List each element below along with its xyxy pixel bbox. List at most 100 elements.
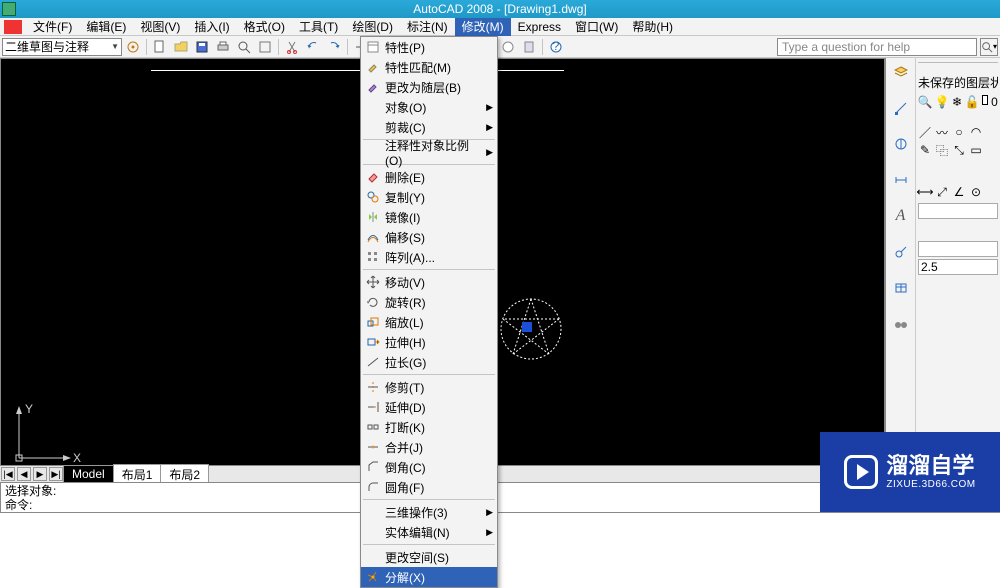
save-button[interactable] [192, 38, 212, 56]
tool-circle-icon[interactable]: ○ [952, 125, 966, 139]
text-style-field[interactable] [918, 241, 998, 257]
publish-button[interactable] [255, 38, 275, 56]
offset-icon [363, 229, 383, 245]
menu-item-实体编辑[interactable]: 实体编辑(N)▶ [361, 522, 497, 542]
menu-item-剪裁[interactable]: 剪裁(C)▶ [361, 117, 497, 137]
tool-line-icon[interactable]: ／ [918, 125, 932, 139]
menu-item-延伸[interactable]: 延伸(D) [361, 397, 497, 417]
menu-item-拉伸[interactable]: 拉伸(H) [361, 332, 497, 352]
menu-item-label: 旋转(R) [383, 294, 493, 311]
dim-aligned-icon[interactable]: ⤢ [935, 185, 949, 199]
menu-item-合并[interactable]: 合并(J) [361, 437, 497, 457]
layer-lock-icon[interactable]: 🔓 [965, 95, 979, 109]
menu-edit[interactable]: 编辑(E) [79, 17, 133, 36]
menu-item-缩放[interactable]: 缩放(L) [361, 312, 497, 332]
menu-view[interactable]: 视图(V) [133, 17, 187, 36]
layer-filter-icon[interactable]: 🔍 [918, 95, 932, 109]
menu-item-三维操作[interactable]: 三维操作(3)▶ [361, 502, 497, 522]
dashboard-tab-draw[interactable] [889, 98, 913, 118]
tool-copy-icon[interactable]: ⿻ [935, 143, 949, 157]
calc-button[interactable] [519, 38, 539, 56]
tab-nav-first[interactable]: |◀ [1, 467, 15, 481]
menu-item-特性匹配[interactable]: 特性匹配(M) [361, 57, 497, 77]
menu-item-旋转[interactable]: 旋转(R) [361, 292, 497, 312]
dim-angle-icon[interactable]: ∠ [952, 185, 966, 199]
menu-item-倒角[interactable]: 倒角(C) [361, 457, 497, 477]
layer-bulb-icon[interactable]: 💡 [935, 95, 949, 109]
dim-linear-icon[interactable]: ⟷ [918, 185, 932, 199]
tab-nav-prev[interactable]: ◀ [17, 467, 31, 481]
redo-button[interactable] [324, 38, 344, 56]
menu-item-更改为随层[interactable]: 更改为随层(B) [361, 77, 497, 97]
menu-item-打断[interactable]: 打断(K) [361, 417, 497, 437]
menu-item-镜像[interactable]: 镜像(I) [361, 207, 497, 227]
menu-item-拉长[interactable]: 拉长(G) [361, 352, 497, 372]
preview-button[interactable] [234, 38, 254, 56]
workspace-settings-button[interactable] [123, 38, 143, 56]
menu-item-删除[interactable]: 删除(E) [361, 167, 497, 187]
open-button[interactable] [171, 38, 191, 56]
tab-nav-last[interactable]: ▶| [49, 467, 63, 481]
menu-item-偏移[interactable]: 偏移(S) [361, 227, 497, 247]
menu-item-复制[interactable]: 复制(Y) [361, 187, 497, 207]
menu-insert[interactable]: 插入(I) [187, 17, 236, 36]
help-search-input[interactable]: Type a question for help [777, 38, 977, 56]
standard-toolbar: 二维草图与注释 ▼ ? Type a question for help ▾ [0, 36, 1000, 58]
tool-stretch-icon[interactable]: ⤡ [952, 143, 966, 157]
menu-item-分解[interactable]: 分解(X) [361, 567, 497, 587]
help-search-button[interactable]: ▾ [980, 38, 998, 56]
menu-item-阵列[interactable]: 阵列(A)... [361, 247, 497, 267]
tool-pline-icon[interactable]: 〰 [935, 125, 949, 139]
layer-freeze-icon[interactable]: ❄ [952, 95, 962, 109]
dashboard-tab-text[interactable]: A [889, 206, 913, 226]
dashboard-tab-nav[interactable] [889, 314, 913, 334]
dashboard-tab-annotate[interactable] [889, 134, 913, 154]
dim-radius-icon[interactable]: ⊙ [969, 185, 983, 199]
menu-express[interactable]: Express [511, 19, 568, 35]
dashboard-tab-leader[interactable] [889, 242, 913, 262]
workspace-dropdown[interactable]: 二维草图与注释 ▼ [2, 38, 122, 56]
menu-item-label: 分解(X) [383, 569, 493, 586]
selection-grip[interactable] [522, 322, 532, 332]
dashboard-tab-layers[interactable] [889, 62, 913, 82]
submenu-arrow-icon: ▶ [486, 147, 493, 158]
layer-state-field[interactable]: 未保存的图层状态 [918, 74, 998, 91]
tool-rect-icon[interactable]: ▭ [969, 143, 983, 157]
tool-arc-icon[interactable]: ◠ [969, 125, 983, 139]
dashboard-tab-table[interactable] [889, 278, 913, 298]
markup-button[interactable] [498, 38, 518, 56]
menu-item-注释性对象比例[interactable]: 注释性对象比例(O)▶ [361, 142, 497, 162]
tool-erase-icon[interactable]: ✎ [918, 143, 932, 157]
layer-color-swatch[interactable] [982, 95, 988, 105]
undo-button[interactable] [303, 38, 323, 56]
tab-model[interactable]: Model [63, 465, 114, 483]
menu-item-label: 更改为随层(B) [383, 79, 493, 96]
menu-format[interactable]: 格式(O) [237, 17, 292, 36]
watermark-banner: 溜溜自学 ZIXUE.3D66.COM [820, 432, 1000, 512]
menu-item-圆角[interactable]: 圆角(F) [361, 477, 497, 497]
menu-item-label: 移动(V) [383, 274, 493, 291]
menu-window[interactable]: 窗口(W) [568, 17, 625, 36]
menu-item-特性[interactable]: 特性(P) [361, 37, 497, 57]
print-button[interactable] [213, 38, 233, 56]
menu-item-修剪[interactable]: 修剪(T) [361, 377, 497, 397]
help-button[interactable]: ? [546, 38, 566, 56]
menu-file[interactable]: 文件(F) [26, 17, 79, 36]
menu-dim[interactable]: 标注(N) [400, 17, 455, 36]
menu-item-移动[interactable]: 移动(V) [361, 272, 497, 292]
chamfer-icon [363, 459, 383, 475]
text-height-field[interactable]: 2.5 [918, 259, 998, 275]
dim-style-field[interactable] [918, 203, 998, 219]
blank-icon [363, 549, 383, 565]
menu-item-更改空间[interactable]: 更改空间(S) [361, 547, 497, 567]
cut-button[interactable] [282, 38, 302, 56]
menu-help[interactable]: 帮助(H) [625, 17, 680, 36]
new-button[interactable] [150, 38, 170, 56]
menu-item-对象[interactable]: 对象(O)▶ [361, 97, 497, 117]
menu-draw[interactable]: 绘图(D) [345, 17, 400, 36]
menu-modify[interactable]: 修改(M) [455, 17, 511, 36]
blank-icon [363, 504, 383, 520]
dashboard-tab-dim[interactable] [889, 170, 913, 190]
tab-nav-next[interactable]: ▶ [33, 467, 47, 481]
menu-tools[interactable]: 工具(T) [292, 17, 345, 36]
